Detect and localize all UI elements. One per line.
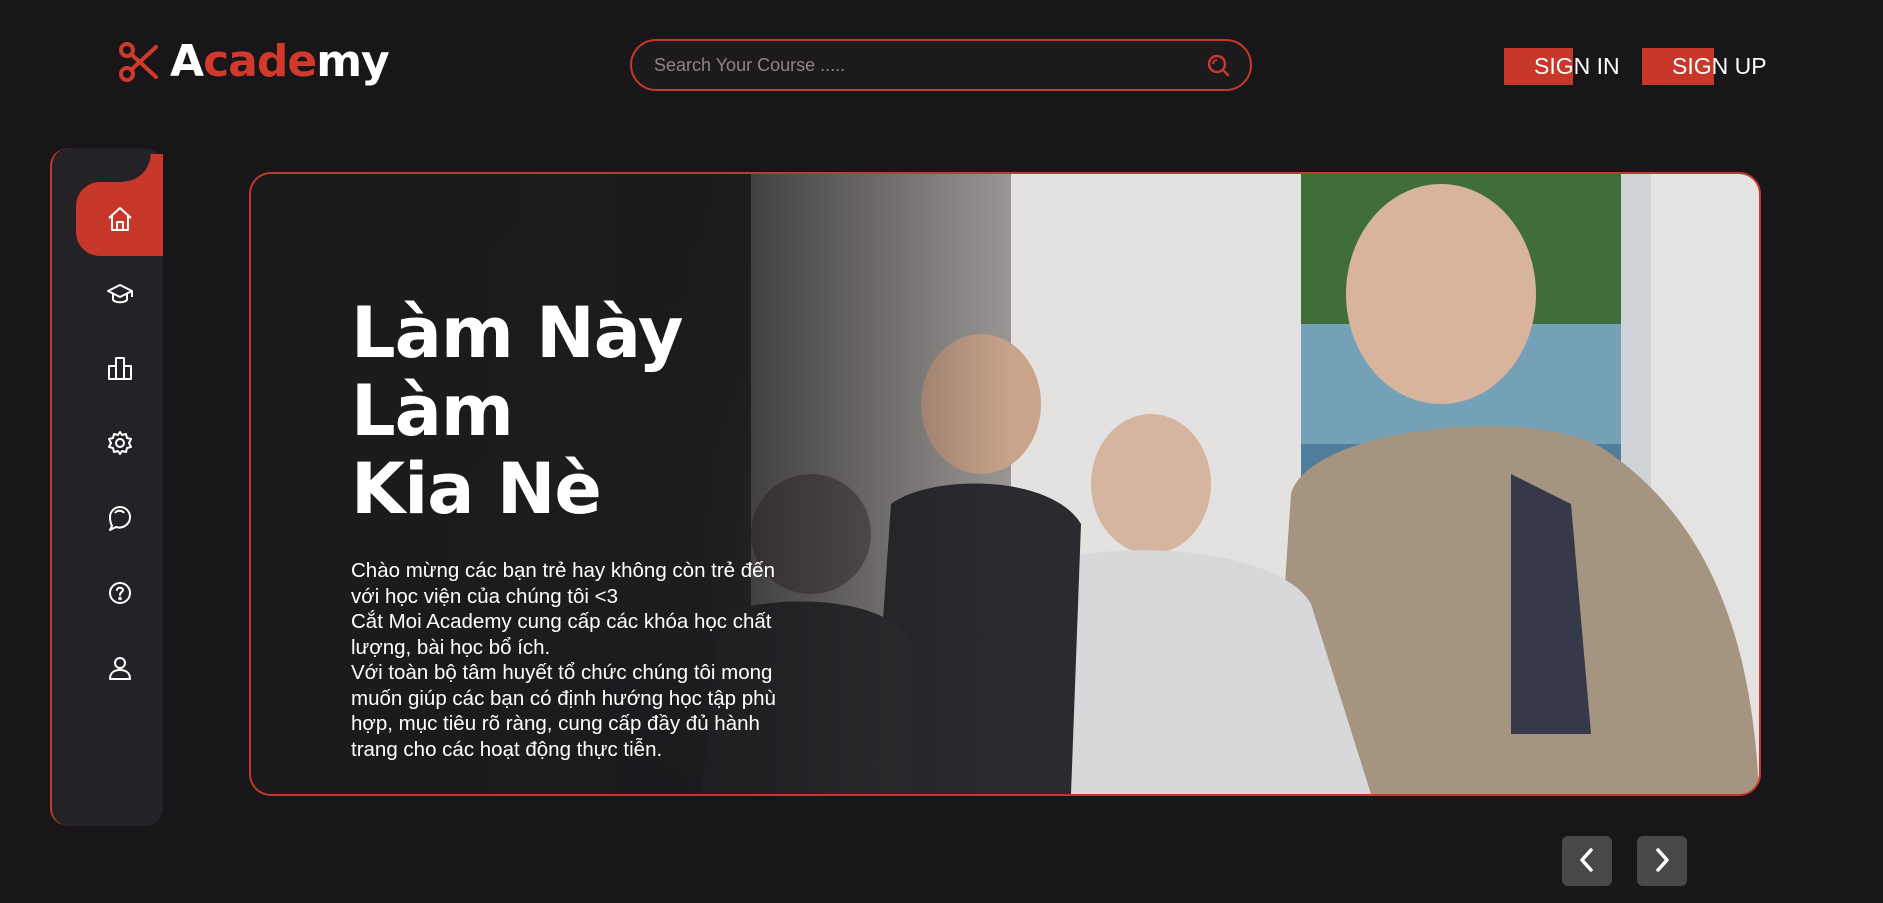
gear-icon <box>106 429 134 457</box>
search-input[interactable] <box>652 53 1206 77</box>
sidebar-item-messages[interactable] <box>76 490 163 546</box>
carousel-prev-button[interactable] <box>1562 836 1612 886</box>
logo-text: Academy <box>170 36 390 87</box>
search-bar <box>630 39 1252 91</box>
search-icon[interactable] <box>1206 53 1230 77</box>
sign-up-label: SIGN UP <box>1672 53 1767 79</box>
buildings-icon <box>106 354 134 382</box>
hero-banner: Làm Này Làm Kia Nè Chào mừng các bạn trẻ… <box>249 172 1761 796</box>
chevron-right-icon <box>1651 847 1673 876</box>
graduation-cap-icon <box>106 280 134 308</box>
sidebar-item-profile[interactable] <box>76 640 163 696</box>
sidebar-item-courses[interactable] <box>76 266 163 322</box>
user-icon <box>106 654 134 682</box>
hero-paragraph: Với toàn bộ tâm huyết tổ chức chúng tôi … <box>351 661 776 761</box>
hero-paragraph: Cắt Moi Academy cung cấp các khóa học ch… <box>351 610 772 659</box>
chat-icon <box>106 504 134 532</box>
help-icon <box>106 579 134 607</box>
hero-title: Làm Này Làm Kia Nè <box>351 292 683 530</box>
sign-in-label: SIGN IN <box>1534 53 1620 79</box>
hero-description: Chào mừng các bạn trẻ hay không còn trẻ … <box>351 558 801 762</box>
sign-in-button[interactable]: SIGN IN <box>1504 48 1620 85</box>
hero-paragraph: Chào mừng các bạn trẻ hay không còn trẻ … <box>351 559 775 608</box>
carousel-next-button[interactable] <box>1637 836 1687 886</box>
hero-copy: Làm Này Làm Kia Nè Chào mừng các bạn trẻ… <box>351 294 801 762</box>
sidebar <box>50 148 163 826</box>
sidebar-item-stats[interactable] <box>76 340 163 396</box>
chevron-left-icon <box>1576 847 1598 876</box>
home-icon <box>106 205 134 233</box>
sign-up-button[interactable]: SIGN UP <box>1642 48 1767 85</box>
sidebar-item-home[interactable] <box>76 154 163 256</box>
sidebar-item-settings[interactable] <box>76 415 163 471</box>
scissors-icon <box>118 41 160 83</box>
sidebar-item-help[interactable] <box>76 565 163 621</box>
logo[interactable]: Academy <box>118 36 390 87</box>
